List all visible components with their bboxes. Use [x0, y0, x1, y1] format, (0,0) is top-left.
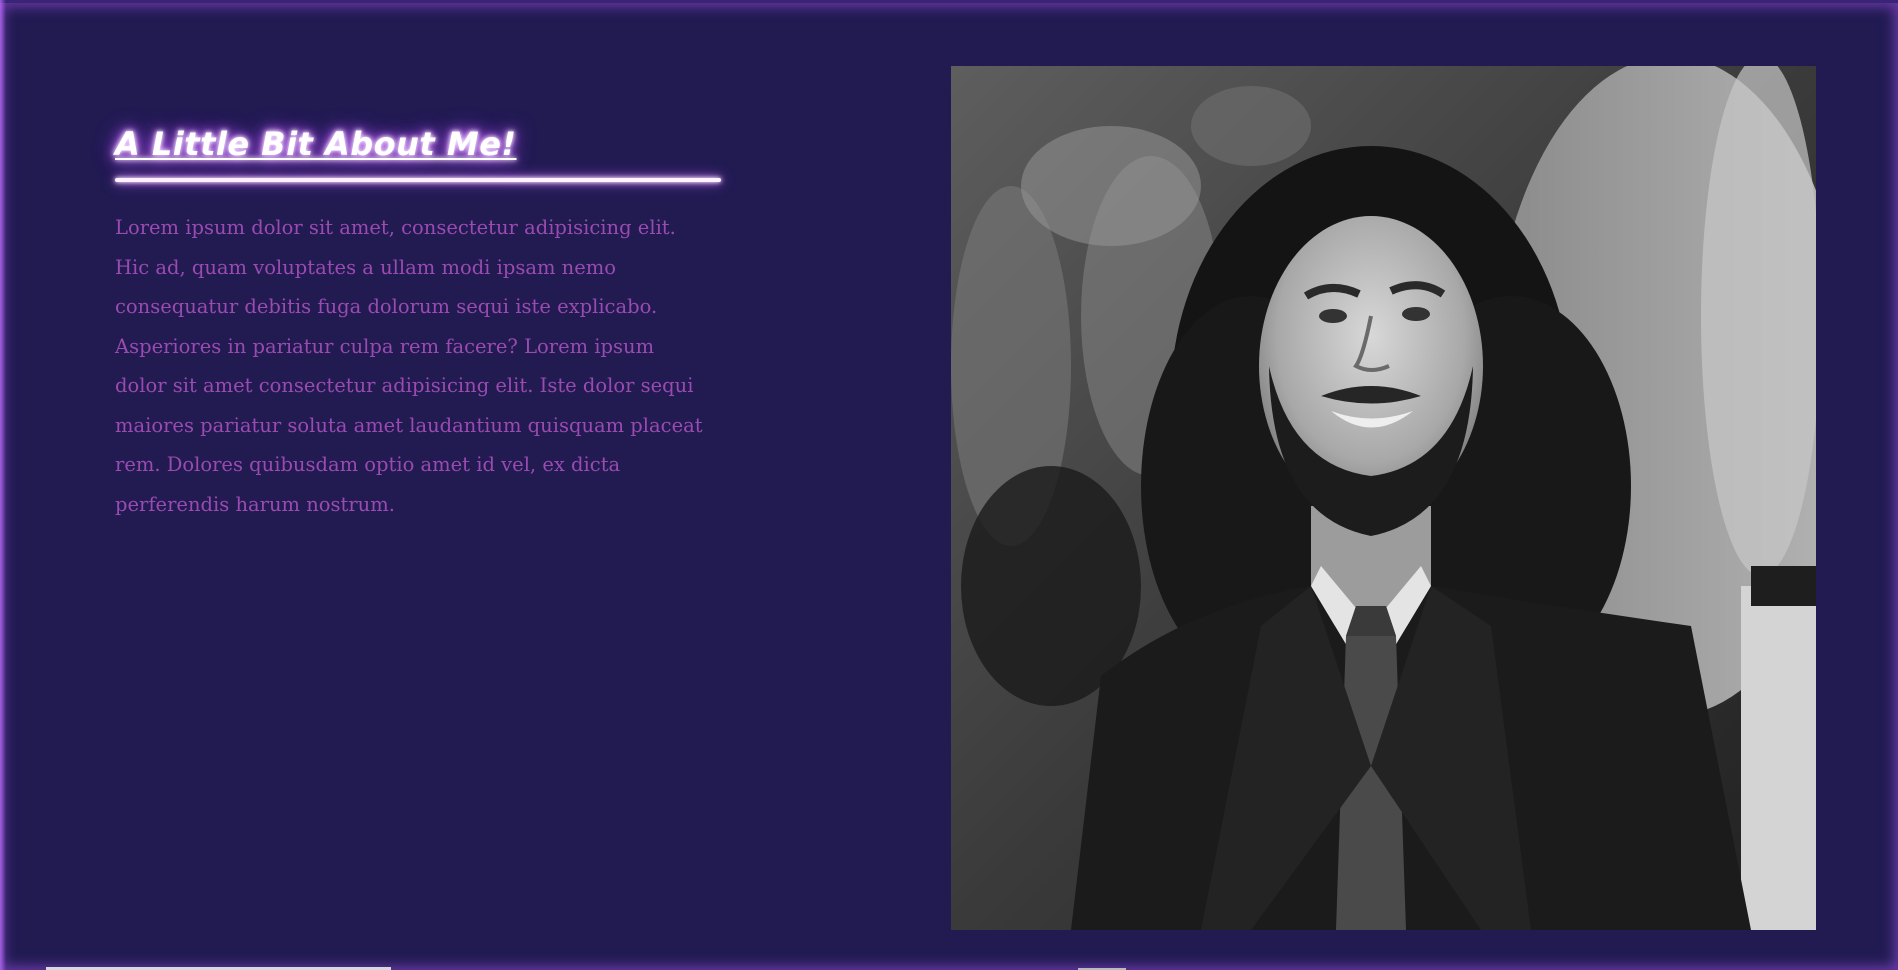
about-body-text: Lorem ipsum dolor sit amet, consectetur … [115, 216, 703, 516]
portrait-photo [951, 66, 1816, 930]
about-section: A Little Bit About Me! Lorem ipsum dolor… [0, 0, 1898, 970]
about-text-column: A Little Bit About Me! Lorem ipsum dolor… [115, 120, 723, 524]
portrait-image [951, 66, 1816, 930]
about-heading: A Little Bit About Me! [115, 125, 517, 163]
heading-underline [115, 178, 721, 182]
